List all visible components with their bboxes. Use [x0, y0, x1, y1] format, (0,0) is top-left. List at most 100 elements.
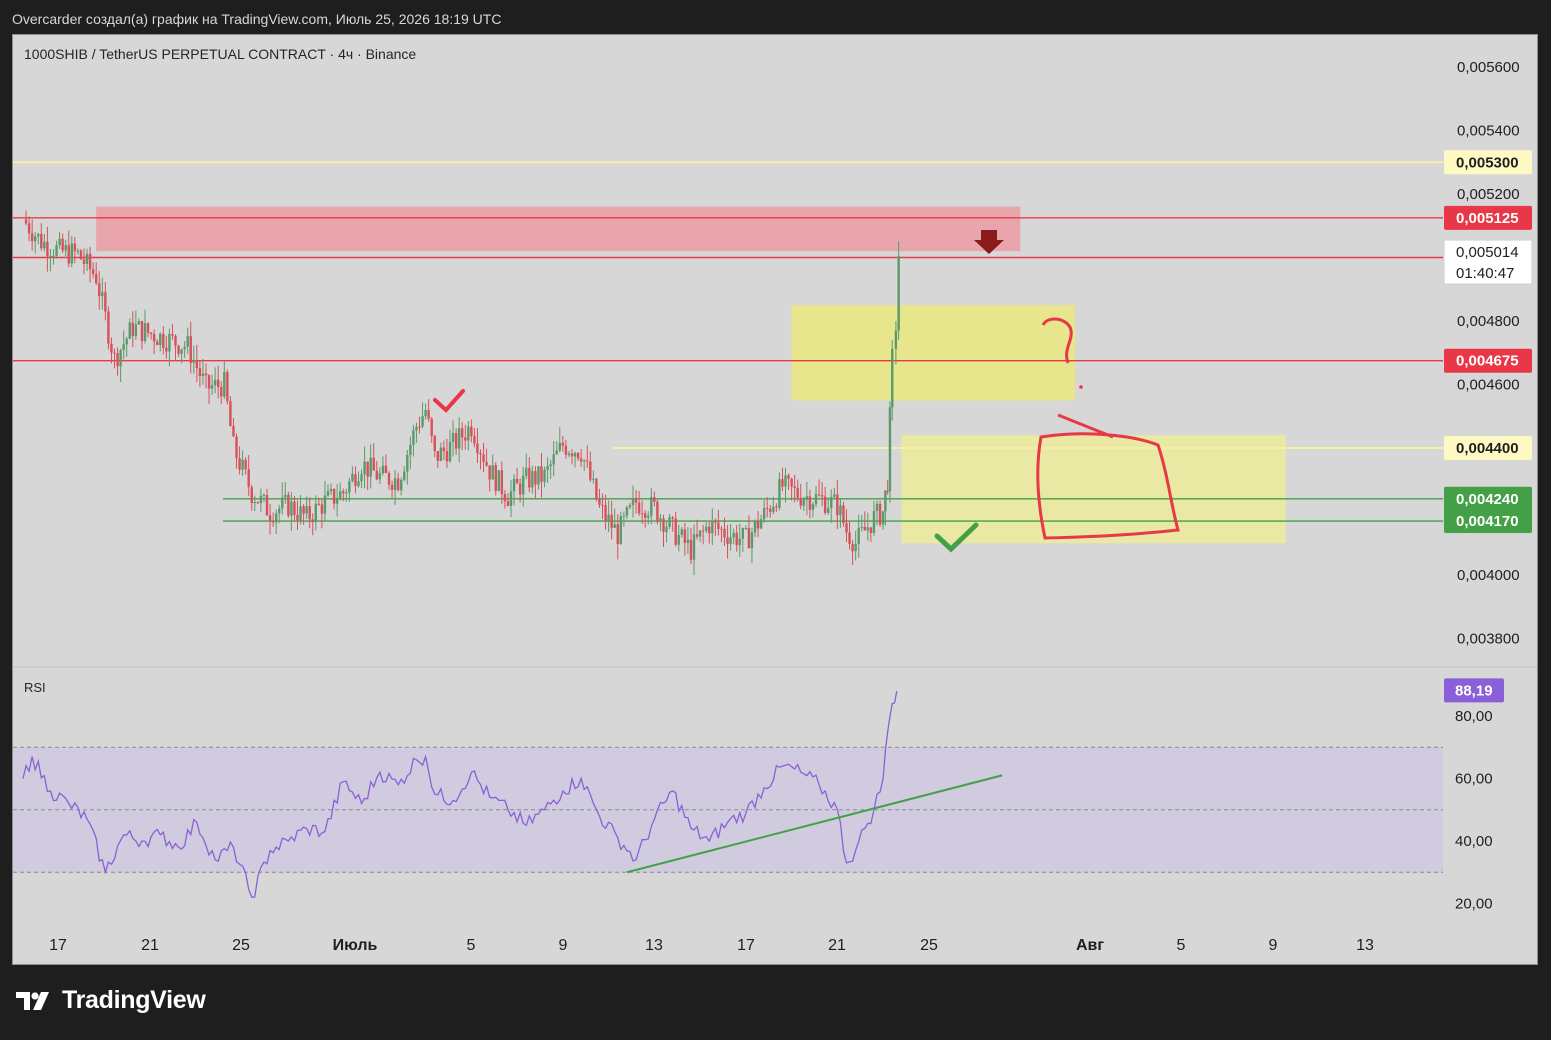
level-label: 0,004170: [1456, 513, 1519, 530]
candle-body: [653, 497, 656, 502]
candle-body: [839, 505, 842, 516]
candle-body: [61, 238, 64, 251]
candle-body: [573, 453, 577, 457]
candle-body: [238, 458, 241, 470]
candle-body: [30, 233, 34, 242]
candle-body: [351, 474, 354, 482]
rsi-title[interactable]: RSI: [24, 680, 46, 695]
candle-body: [494, 465, 497, 491]
symbol-title[interactable]: 1000SHIB / TetherUS PERPETUAL CONTRACT ·…: [24, 46, 416, 62]
candle-body: [756, 520, 760, 529]
candle-body: [683, 529, 687, 543]
candle-body: [159, 333, 162, 346]
candle-body: [393, 478, 397, 490]
candle-body: [705, 526, 708, 531]
candle-body: [262, 494, 266, 496]
candle-body: [732, 532, 735, 538]
candle-body: [345, 492, 348, 494]
candle-body: [296, 515, 299, 521]
candle-body: [576, 453, 580, 459]
candle-body: [823, 496, 827, 513]
candle-body: [802, 499, 805, 506]
chart-frame[interactable]: 0,005600 0,005400 0,005200 0,004800 0,004600…: [12, 34, 1538, 965]
candle-body: [464, 437, 467, 441]
price-pane[interactable]: 0,005600 0,005400 0,005200 0,004800 0,004600…: [13, 59, 1533, 648]
candle-body: [692, 534, 696, 560]
candle-body: [409, 444, 412, 455]
candle-body: [271, 520, 275, 523]
candle-body: [470, 426, 473, 437]
candle-body: [744, 528, 748, 530]
candle-body: [149, 332, 153, 334]
candle-body: [183, 346, 186, 350]
candle-body: [723, 528, 726, 538]
candle-body: [165, 347, 168, 352]
candle-body: [278, 508, 281, 514]
candle-body: [482, 454, 485, 463]
candle-body: [34, 236, 37, 242]
candle-body: [439, 447, 443, 461]
candle-body: [857, 527, 860, 544]
candle-body: [113, 352, 116, 354]
candle-body: [717, 522, 720, 529]
candle-body: [619, 516, 622, 544]
candle-body: [195, 360, 199, 369]
candle-body: [625, 507, 629, 516]
candle-body: [406, 454, 409, 472]
candle-body: [671, 517, 674, 519]
tradingview-logo-icon: [16, 991, 49, 1010]
candle-body: [207, 375, 211, 389]
candle-body: [143, 323, 147, 342]
candle-body: [302, 506, 305, 514]
candle-body: [281, 497, 284, 509]
candle-body: [339, 491, 342, 500]
candle-body: [311, 519, 314, 523]
candle-body: [546, 466, 549, 470]
tradingview-logo[interactable]: TradingView: [16, 986, 206, 1015]
candle-body: [747, 528, 751, 549]
chart-caption: Overcarder создал(а) график на TradingVi…: [12, 11, 502, 27]
candle-body: [137, 321, 141, 325]
candle-body: [647, 515, 650, 518]
time-axis[interactable]: 17 21 25 Июль 5 9 13 17 21 25 Авг 5 9 13: [49, 937, 1374, 954]
candle-body: [656, 501, 659, 522]
chart-canvas[interactable]: 0,005600 0,005400 0,005200 0,004800 0,004600…: [13, 35, 1537, 964]
time-tick-label: 5: [467, 937, 476, 954]
candle-body: [146, 323, 150, 333]
question-mark-dot: [1079, 385, 1083, 389]
candle-body: [461, 428, 464, 438]
candle-body: [775, 506, 778, 508]
candle-body: [369, 457, 372, 477]
candle-body: [274, 513, 278, 523]
time-tick-label: 21: [141, 937, 159, 954]
candle-body: [817, 494, 821, 496]
candle-body: [701, 530, 705, 532]
candle-body: [125, 338, 128, 345]
candle-body: [787, 475, 790, 479]
candle-body: [415, 426, 418, 431]
time-tick-label: 9: [559, 937, 568, 954]
level-label: 0,005125: [1456, 210, 1519, 227]
candle-body: [570, 453, 574, 457]
candle-body: [442, 447, 446, 452]
candle-body: [116, 353, 119, 367]
resistance-zone: [96, 206, 1021, 252]
candle-body: [259, 495, 263, 504]
candle-body: [400, 479, 403, 491]
candle-body: [884, 490, 887, 512]
rsi-pane[interactable]: 80,00 60,00 40,00 20,00 88,19: [13, 678, 1504, 913]
candle-body: [354, 474, 357, 487]
candle-body: [665, 526, 668, 533]
candle-body: [284, 494, 287, 498]
candle-body: [583, 460, 586, 462]
candle-body: [24, 219, 28, 224]
candle-body: [436, 450, 439, 461]
candle-body: [220, 386, 223, 397]
candle-body: [891, 348, 894, 408]
candle-body: [204, 373, 208, 376]
candle-body: [427, 409, 430, 419]
candle-body: [833, 494, 836, 498]
candle-body: [421, 416, 424, 427]
candle-body: [799, 497, 802, 506]
candle-body: [726, 537, 729, 544]
